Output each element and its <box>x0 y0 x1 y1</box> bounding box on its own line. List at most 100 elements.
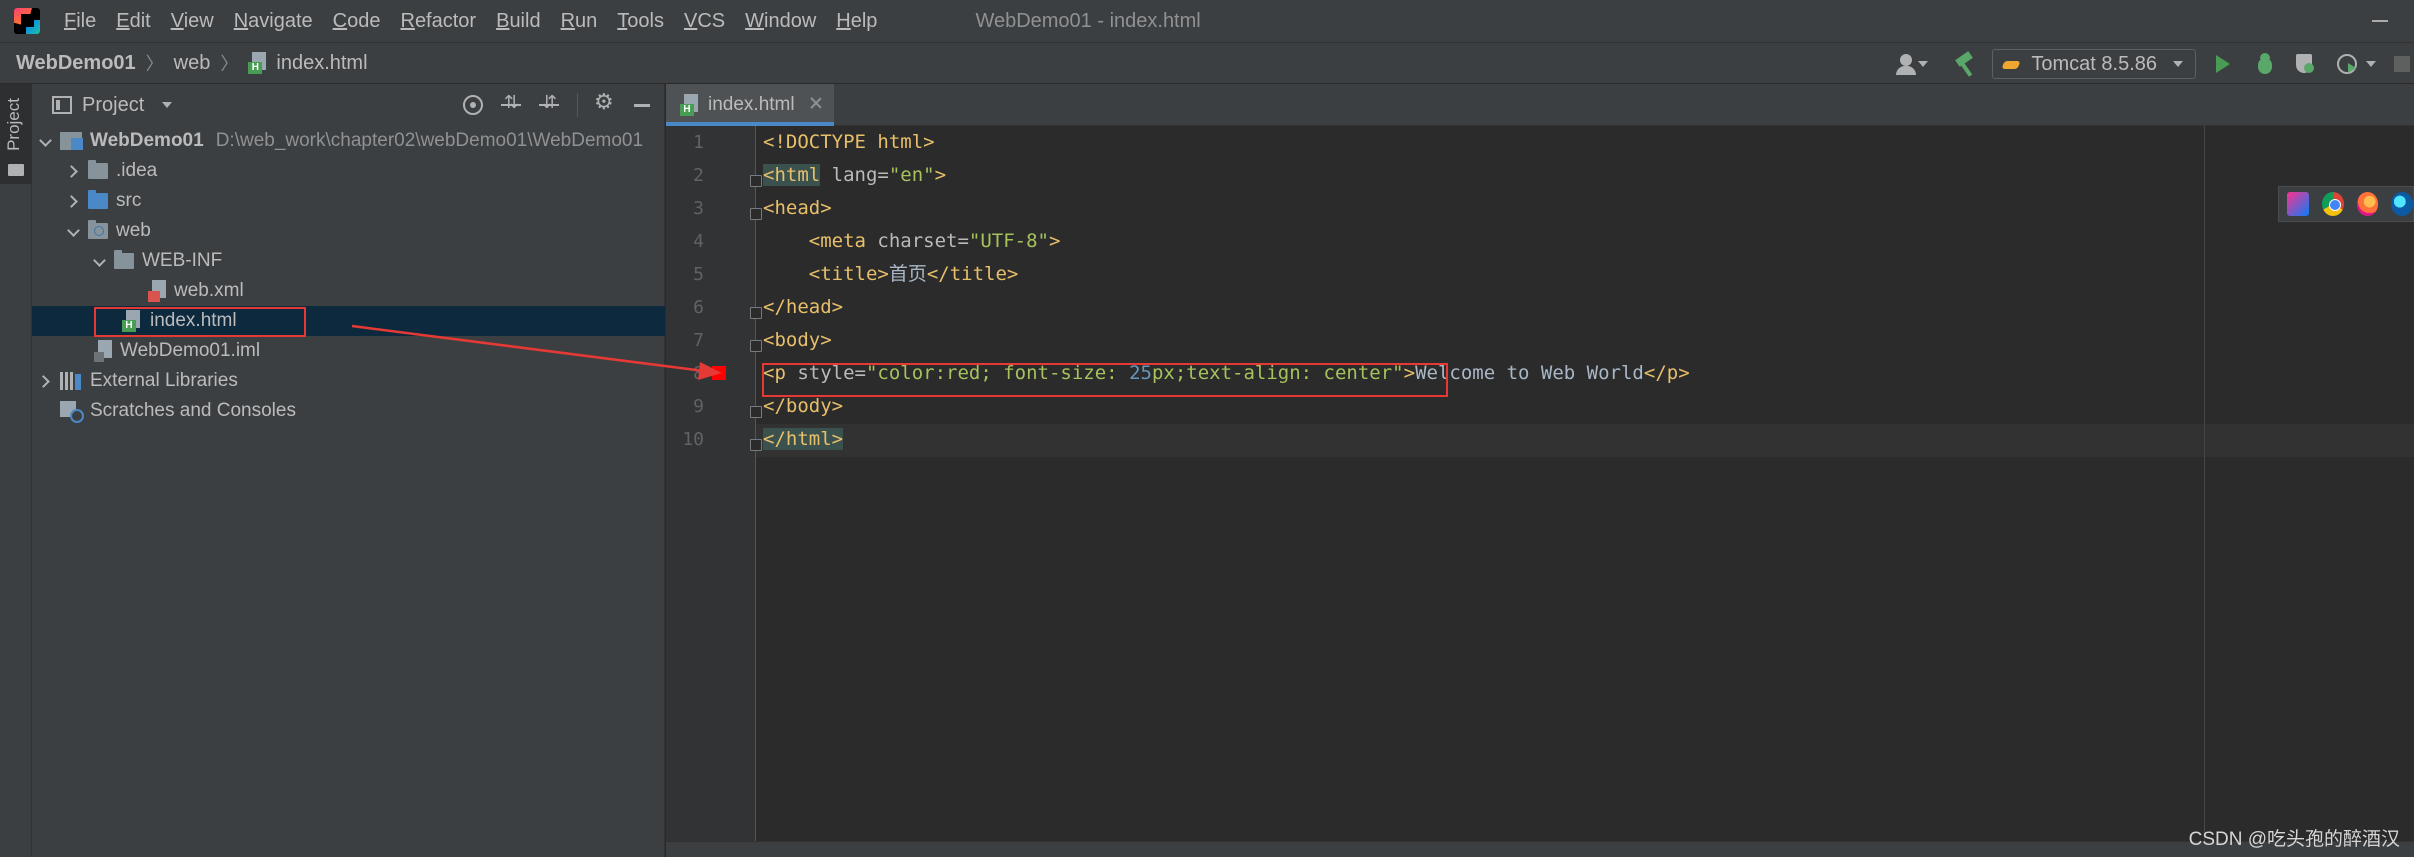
chevron-down-icon[interactable] <box>162 102 173 108</box>
tree-item-web[interactable]: web <box>32 216 665 246</box>
breadcrumb-file[interactable]: index.html <box>276 52 367 75</box>
menu-window[interactable]: Window <box>735 10 826 33</box>
menu-vcs[interactable]: VCS <box>674 10 735 33</box>
built-in-browser-icon[interactable] <box>2287 192 2309 216</box>
main-toolbar: Tomcat 8.5.86 <box>1894 43 2414 85</box>
breadcrumb-project[interactable]: WebDemo01 <box>16 52 136 75</box>
line-number: 7 <box>693 330 704 351</box>
menu-view[interactable]: View <box>161 10 224 33</box>
tree-item-project-root[interactable]: WebDemo01 D:\web_work\chapter02\webDemo0… <box>32 126 665 156</box>
breadcrumb-separator-icon: 〉 <box>220 54 239 74</box>
run-configuration-select[interactable]: Tomcat 8.5.86 <box>1992 49 2196 79</box>
code-token: <!DOCTYPE html> <box>763 131 935 153</box>
code-token: charset= <box>865 230 969 252</box>
minimize-button[interactable] <box>2370 10 2390 30</box>
code-editor[interactable]: 1 2 3 4 5 6 7 8 9 10 <!DOCTYPE html> <ht… <box>666 126 2414 841</box>
project-panel-tools <box>447 84 654 126</box>
html-file-icon <box>680 94 700 116</box>
menu-run[interactable]: Run <box>551 10 608 33</box>
tree-item-iml[interactable]: WebDemo01.iml <box>32 336 665 366</box>
chevron-right-icon[interactable] <box>68 195 80 207</box>
stop-icon[interactable] <box>2394 56 2410 72</box>
navigation-bar: WebDemo01 〉 web 〉 index.html Tomcat 8.5.… <box>0 42 2414 84</box>
project-tree: WebDemo01 D:\web_work\chapter02\webDemo0… <box>32 126 665 426</box>
tree-item-external-libraries[interactable]: External Libraries <box>32 366 665 396</box>
line-number: 6 <box>693 297 704 318</box>
line-number: 4 <box>693 231 704 252</box>
code-token: <html <box>763 164 821 186</box>
run-configuration-label: Tomcat 8.5.86 <box>2031 52 2157 75</box>
project-panel: Project WebDemo01 D:\web_work\chapter02\… <box>32 84 665 857</box>
debug-bug-icon[interactable] <box>2254 53 2276 75</box>
chevron-right-icon[interactable] <box>68 165 80 177</box>
source-folder-icon <box>88 190 108 209</box>
firefox-icon[interactable] <box>2356 192 2379 216</box>
tab-index-html[interactable]: index.html <box>666 84 834 126</box>
run-icon[interactable] <box>2216 55 2230 73</box>
tree-item-web-xml[interactable]: web.xml <box>32 276 665 306</box>
expand-all-icon[interactable] <box>499 92 523 117</box>
code-token: </html> <box>763 428 844 450</box>
chevron-down-icon[interactable] <box>68 225 80 237</box>
project-tool-label: Project <box>4 98 23 151</box>
chevron-right-icon[interactable] <box>40 375 52 387</box>
collapse-all-icon[interactable] <box>537 92 561 117</box>
breadcrumb-web[interactable]: web <box>174 52 211 75</box>
chevron-down-icon[interactable] <box>40 135 52 147</box>
project-path: D:\web_work\chapter02\webDemo01\WebDemo0… <box>215 130 644 151</box>
project-view-icon <box>52 96 72 114</box>
chevron-down-icon[interactable] <box>94 255 106 267</box>
fold-marker-icon[interactable] <box>750 406 762 418</box>
user-icon[interactable] <box>1894 49 1929 79</box>
tree-item-web-inf[interactable]: WEB-INF <box>32 246 665 276</box>
hide-panel-icon[interactable] <box>630 93 654 117</box>
menu-code[interactable]: Code <box>323 10 391 33</box>
bottom-panel-edge <box>666 841 2414 857</box>
line-number: 2 <box>693 165 704 186</box>
locate-file-icon[interactable] <box>461 93 485 117</box>
gear-icon[interactable] <box>592 90 616 117</box>
build-hammer-icon[interactable] <box>1952 51 1978 77</box>
fold-marker-icon[interactable] <box>750 307 762 319</box>
menu-help[interactable]: Help <box>826 10 887 33</box>
menu-refactor[interactable]: Refactor <box>390 10 486 33</box>
menu-navigate[interactable]: Navigate <box>224 10 323 33</box>
chevron-down-icon[interactable] <box>2366 61 2376 67</box>
tree-item-label: .idea <box>116 160 158 181</box>
profile-icon[interactable] <box>2336 53 2358 75</box>
breadcrumb-separator-icon: 〉 <box>145 54 164 74</box>
menu-file[interactable]: File <box>54 10 106 33</box>
project-view-select[interactable]: Project <box>82 94 144 117</box>
code-token: </head> <box>763 296 844 318</box>
tree-item-scratches[interactable]: Scratches and Consoles <box>32 396 665 426</box>
code-line-5: <title>首页</title> <box>763 258 1019 291</box>
fold-marker-icon[interactable] <box>750 439 762 451</box>
close-icon[interactable] <box>808 95 824 111</box>
breakpoint-icon[interactable] <box>712 366 726 380</box>
tree-item-label: Scratches and Consoles <box>90 400 296 421</box>
menu-tools[interactable]: Tools <box>607 10 674 33</box>
chrome-icon[interactable] <box>2321 192 2344 216</box>
edge-icon[interactable] <box>2391 192 2413 216</box>
code-token: <body> <box>763 329 832 351</box>
coverage-shield-icon[interactable] <box>2294 53 2316 75</box>
tab-label: index.html <box>708 94 795 115</box>
current-line-highlight <box>756 424 2414 457</box>
code-token: 首页 <box>888 263 927 285</box>
tree-item-src[interactable]: src <box>32 186 665 216</box>
tree-item-label: WebDemo01.iml <box>120 340 261 361</box>
intellij-logo-icon <box>14 8 40 34</box>
menu-build[interactable]: Build <box>486 10 550 33</box>
web-folder-icon <box>88 220 108 239</box>
fold-marker-icon[interactable] <box>750 208 762 220</box>
fold-marker-icon[interactable] <box>750 175 762 187</box>
project-tool-window-tab[interactable]: Project <box>0 84 32 184</box>
menu-edit[interactable]: Edit <box>106 10 160 33</box>
browser-preview-bar <box>2278 186 2414 222</box>
tomcat-icon <box>2003 57 2021 71</box>
folder-icon <box>8 164 24 176</box>
tree-item-label: WEB-INF <box>142 250 223 271</box>
tree-item-idea[interactable]: .idea <box>32 156 665 186</box>
fold-marker-icon[interactable] <box>750 340 762 352</box>
